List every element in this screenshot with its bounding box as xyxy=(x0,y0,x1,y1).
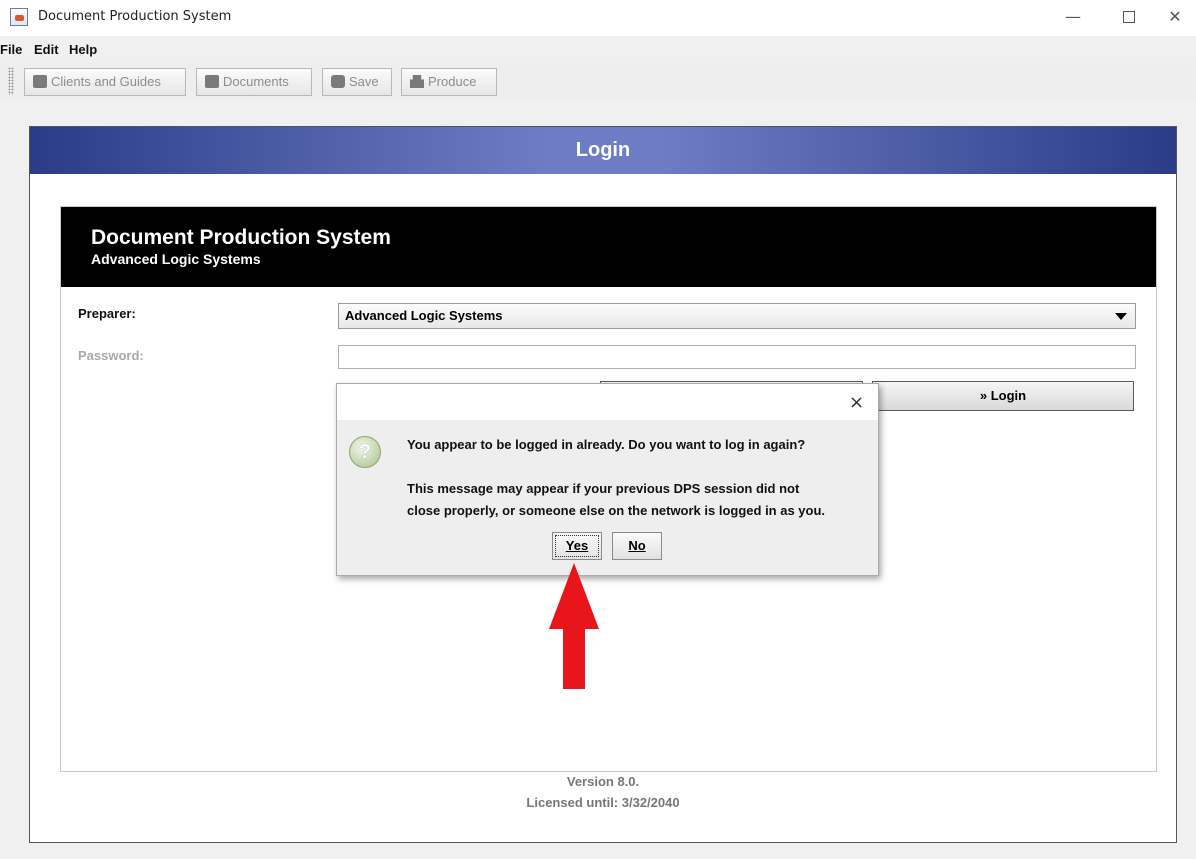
yes-button[interactable]: Yes xyxy=(552,532,602,560)
produce-label: Produce xyxy=(428,74,477,89)
menu-edit[interactable]: Edit xyxy=(34,42,59,57)
license-text: Licensed until: 3/32/2040 xyxy=(526,795,680,810)
preparer-label: Preparer: xyxy=(78,306,136,321)
briefcase-icon xyxy=(33,75,47,88)
login-header-title: Login xyxy=(575,139,631,161)
produce-button[interactable]: Produce xyxy=(401,68,497,96)
app-icon xyxy=(10,8,28,26)
clients-and-guides-label: Clients and Guides xyxy=(51,74,161,89)
dialog-message-line3: close properly, or someone else on the n… xyxy=(407,503,826,518)
dialog-message-line1: You appear to be logged in already. Do y… xyxy=(407,437,806,452)
maximize-icon xyxy=(1123,11,1135,23)
window-titlebar: Document Production System — ✕ xyxy=(0,0,1196,36)
preparer-selected-value: Advanced Logic Systems xyxy=(345,308,503,323)
disk-icon xyxy=(331,75,345,88)
maximize-button[interactable] xyxy=(1117,6,1141,28)
red-arrow-annotation xyxy=(549,563,599,689)
brand-banner: Document Production System Advanced Logi… xyxy=(61,207,1156,287)
documents-button[interactable]: Documents xyxy=(196,68,312,96)
close-button[interactable]: ✕ xyxy=(1163,6,1187,28)
dialog-close-button[interactable]: × xyxy=(849,392,864,413)
save-label: Save xyxy=(349,74,379,89)
confirm-dialog: × ? You appear to be logged in already. … xyxy=(336,383,879,576)
dropdown-arrow-icon xyxy=(1115,313,1127,320)
preparer-select[interactable]: Advanced Logic Systems xyxy=(338,303,1136,329)
dialog-titlebar: × xyxy=(337,384,878,420)
login-button[interactable]: » Login xyxy=(872,381,1134,411)
question-icon: ? xyxy=(349,436,381,468)
double-chevron-right-icon: » xyxy=(979,388,991,403)
version-text: Version 8.0. xyxy=(566,774,640,789)
briefcase-icon xyxy=(205,75,219,88)
toolbar: Clients and Guides Documents Save Produc… xyxy=(0,63,1196,101)
save-button[interactable]: Save xyxy=(322,68,392,96)
no-button[interactable]: No xyxy=(612,532,662,560)
toolbar-grip[interactable] xyxy=(8,67,14,95)
minimize-button[interactable]: — xyxy=(1061,6,1085,28)
red-arrow-shape xyxy=(549,563,599,689)
window-title: Document Production System xyxy=(38,9,232,24)
menubar: File Edit Help xyxy=(0,38,1196,60)
menu-file[interactable]: File xyxy=(0,42,22,57)
banner-subtitle: Advanced Logic Systems xyxy=(91,251,261,267)
password-input[interactable] xyxy=(338,345,1136,369)
menu-help[interactable]: Help xyxy=(69,42,97,57)
documents-label: Documents xyxy=(223,74,289,89)
password-label: Password: xyxy=(78,348,144,363)
banner-title: Document Production System xyxy=(91,226,391,249)
printer-icon xyxy=(410,75,424,88)
dialog-message-line2: This message may appear if your previous… xyxy=(407,481,800,496)
login-button-label: Login xyxy=(990,388,1027,403)
clients-and-guides-button[interactable]: Clients and Guides xyxy=(24,68,186,96)
